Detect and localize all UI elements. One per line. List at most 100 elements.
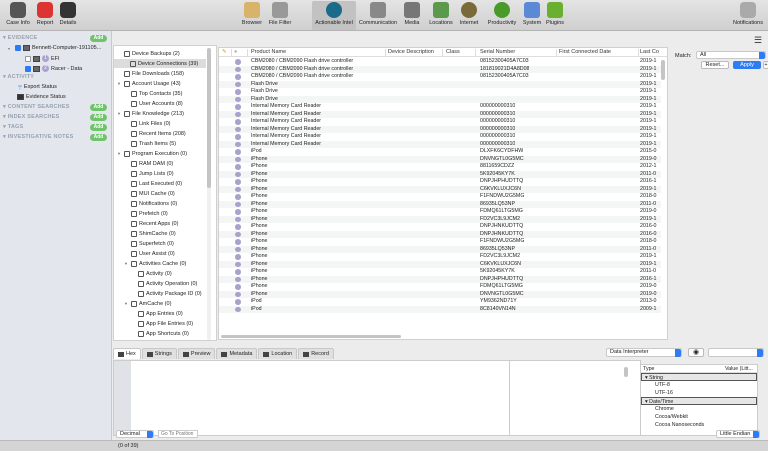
table-row[interactable]: Internal Memory Card Reader 000000000310 2…: [219, 133, 661, 141]
category-item[interactable]: App Shortcuts (0): [131, 329, 189, 338]
volume-efi[interactable]: 1 EFI: [25, 55, 60, 62]
table-row[interactable]: iPod DLXFK6CYDFHW 2015-0: [219, 148, 661, 156]
category-item[interactable]: Recent Items (208): [124, 129, 186, 138]
disclosure-triangle-icon[interactable]: ▼: [124, 261, 129, 266]
table-row[interactable]: iPod 8C8140VN14N 2009-1: [219, 305, 661, 313]
evidence-column-icon[interactable]: ●: [234, 49, 248, 56]
category-item[interactable]: ShimCache (0): [124, 229, 176, 238]
add-content-search-button[interactable]: Add: [90, 104, 107, 111]
tab-preview[interactable]: Preview: [177, 348, 216, 359]
section-investigative-notes[interactable]: ▾ INVESTIGATIVE NOTES: [3, 134, 73, 140]
table-row[interactable]: iPhone FD2VC3L9JCM2 2019-1: [219, 253, 661, 261]
add-tag-button[interactable]: Add: [90, 124, 107, 131]
column-serial-number[interactable]: Serial Number: [480, 49, 557, 56]
category-item[interactable]: App Entries (0): [131, 309, 183, 318]
table-row[interactable]: Internal Memory Card Reader 000000000310 2…: [219, 110, 661, 118]
match-select[interactable]: All: [696, 51, 766, 59]
section-tags[interactable]: ▾ TAGS: [3, 124, 23, 130]
toolbar-browser-button[interactable]: Browser: [240, 2, 264, 29]
table-row[interactable]: iPhone FDMQ61LTG5MG 2019-0: [219, 208, 661, 216]
export-status[interactable]: ╤ Export Status: [18, 84, 57, 90]
go-to-position-input[interactable]: [158, 430, 198, 438]
endian-select[interactable]: Little Endian: [716, 430, 760, 438]
interp-row[interactable]: Cocoa Nanoseconds: [641, 421, 757, 429]
section-index-searches[interactable]: ▾ INDEX SEARCHES: [3, 114, 59, 120]
category-item[interactable]: ▼ File Knowledge (213): [117, 109, 184, 118]
eye-icon[interactable]: ◉: [688, 348, 704, 357]
disclosure-triangle-icon[interactable]: ▼: [117, 111, 122, 116]
table-row[interactable]: iPhone DNVNGTL0G5MC 2019-0: [219, 155, 661, 163]
tab-record[interactable]: Record: [298, 348, 334, 359]
interp-row[interactable]: Chrome: [641, 405, 757, 413]
category-item[interactable]: RAM DAM (0): [124, 159, 173, 168]
table-row[interactable]: Internal Memory Card Reader 000000000310 2…: [219, 103, 661, 111]
column-product-name[interactable]: Product Name: [251, 49, 386, 56]
table-row[interactable]: Internal Memory Card Reader 000000000310 2…: [219, 118, 661, 126]
table-row[interactable]: iPhone 86935LQ53NP 2011-0: [219, 245, 661, 253]
table-row[interactable]: iPhone F1FNDWU2G5MG 2018-0: [219, 193, 661, 201]
category-item[interactable]: User Assist (0): [124, 249, 175, 258]
tab-metadata[interactable]: Metadata: [216, 348, 258, 359]
volume-racer-data[interactable]: 2 Racer - Data: [25, 65, 82, 72]
category-item[interactable]: Superfetch (0): [124, 239, 174, 248]
toolbar-communication-button[interactable]: Communication: [358, 2, 398, 29]
hex-scrollbar[interactable]: [624, 367, 628, 377]
horizontal-scrollbar[interactable]: [221, 335, 401, 338]
table-row[interactable]: iPhone 5K92045KY7K 2011-0: [219, 170, 661, 178]
toolbar-internet-button[interactable]: Internet: [458, 2, 480, 29]
evidence-status[interactable]: Evidence Status: [17, 94, 66, 100]
toolbar-file-filter-button[interactable]: File Filter: [267, 2, 293, 29]
toolbar-details-button[interactable]: Details: [56, 2, 80, 29]
table-row[interactable]: iPhone DNVNGTL0G5MC 2019-0: [219, 290, 661, 298]
table-row[interactable]: iPhone FD2VC3L9JCM2 2019-1: [219, 215, 661, 223]
category-item[interactable]: App File Entries (0): [131, 319, 193, 328]
category-item[interactable]: Activity Operation (0): [131, 279, 197, 288]
category-item[interactable]: Prefetch (0): [124, 209, 168, 218]
view-select[interactable]: [708, 348, 764, 357]
category-item[interactable]: Last Executed (0): [124, 179, 182, 188]
disclosure-triangle-icon[interactable]: ▼: [117, 81, 122, 86]
category-item[interactable]: ▼ AmCache (0): [124, 299, 171, 308]
category-item[interactable]: Recent Apps (0): [124, 219, 178, 228]
category-item[interactable]: ▼ Account Usage (43): [117, 79, 181, 88]
evidence-computer[interactable]: ▾ Bennett-Computer-191105...: [8, 45, 101, 51]
category-item[interactable]: Jump Lists (0): [124, 169, 174, 178]
toolbar-productivity-button[interactable]: Productivity: [483, 2, 521, 29]
category-item[interactable]: ▼ Activities Cache (0): [124, 259, 186, 268]
table-row[interactable]: iPhone DNPJHNKUDTTQ 2016-0: [219, 223, 661, 231]
hex-view[interactable]: [113, 360, 641, 436]
table-row[interactable]: Flash Drive 2019-1: [219, 95, 661, 103]
col-value[interactable]: Value (Litt...: [725, 365, 753, 373]
interp-row[interactable]: UTF-8: [641, 381, 757, 389]
category-item[interactable]: Device Connections (39): [114, 59, 206, 68]
interp-row[interactable]: UTF-16: [641, 389, 757, 397]
apply-button[interactable]: Apply: [733, 61, 761, 69]
category-item[interactable]: Notifications (0): [124, 199, 177, 208]
interp-row[interactable]: Cocoa/Webkit: [641, 413, 757, 421]
table-row[interactable]: iPhone 86935LQ53NP 2011-0: [219, 200, 661, 208]
category-item[interactable]: User Accounts (8): [124, 99, 183, 108]
table-row[interactable]: iPhone DNPJHPHUDTTQ 2016-1: [219, 275, 661, 283]
category-item[interactable]: Activity Package ID (0): [131, 289, 202, 298]
toolbar-case-info-button[interactable]: Case Info: [6, 2, 30, 29]
reset-button[interactable]: Reset...: [701, 61, 729, 69]
tab-location[interactable]: Location: [258, 348, 298, 359]
toolbar-plugins-button[interactable]: Plugins: [544, 2, 566, 29]
section-evidence[interactable]: ▾ EVIDENCE: [3, 35, 37, 41]
table-row[interactable]: Internal Memory Card Reader 000000000310 2…: [219, 140, 661, 148]
table-row[interactable]: iPhone C6KVKLUXJC6N 2019-1: [219, 185, 661, 193]
filter-settings-icon[interactable]: ☰: [754, 35, 762, 46]
table-row[interactable]: iPhone F1FNDWU2G5MG 2018-0: [219, 238, 661, 246]
notifications-button[interactable]: Notifications: [730, 2, 766, 29]
add-index-search-button[interactable]: Add: [90, 114, 107, 121]
toolbar-report-button[interactable]: Report: [33, 2, 57, 29]
category-item[interactable]: Device Backups (2): [117, 49, 180, 58]
add-filter-button[interactable]: +: [763, 61, 768, 69]
category-item[interactable]: Link Files (0): [124, 119, 170, 128]
category-item[interactable]: Top Contacts (35): [124, 89, 182, 98]
toolbar-media-button[interactable]: Media: [402, 2, 422, 29]
col-type[interactable]: Type: [641, 366, 654, 372]
toolbar-locations-button[interactable]: Locations: [426, 2, 456, 29]
column-device-description[interactable]: Device Description: [388, 49, 443, 56]
section-content-searches[interactable]: ▾ CONTENT SEARCHES: [3, 104, 70, 110]
